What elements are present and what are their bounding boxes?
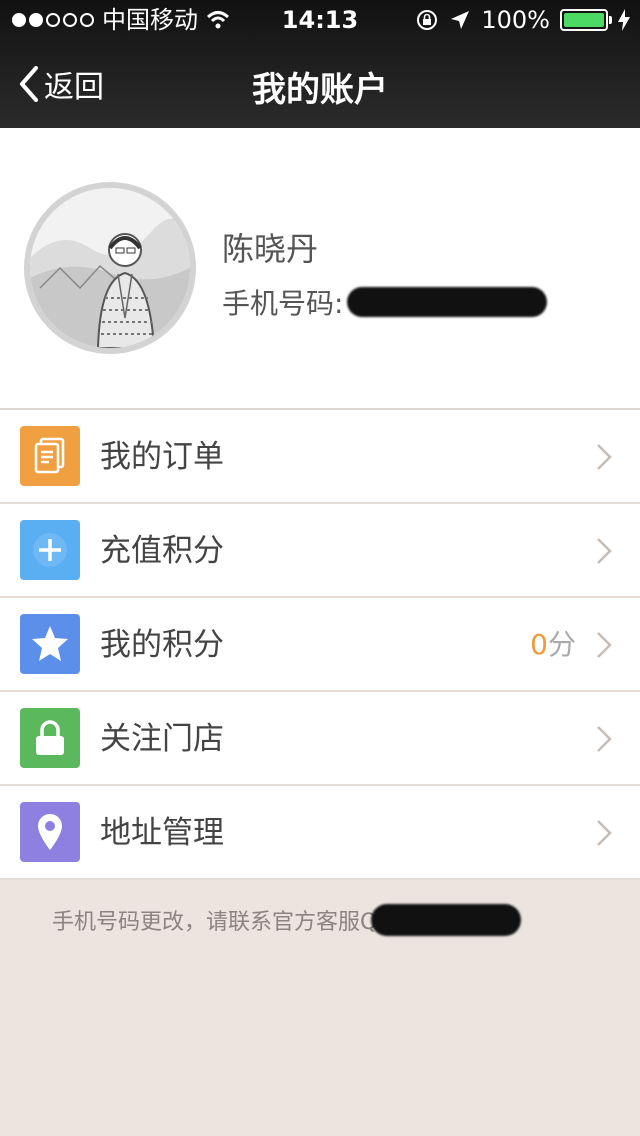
- top-bar: 中国移动 14:13 100% 返回 我的账户: [0, 0, 640, 128]
- page-title: 我的账户: [252, 70, 388, 110]
- orders-icon-box: [20, 426, 80, 486]
- battery-icon: [560, 9, 612, 31]
- charging-icon: [618, 9, 630, 31]
- document-icon: [34, 437, 65, 474]
- menu-item-followed-stores[interactable]: 关注门店: [0, 692, 640, 786]
- profile-card: 陈晓丹 手机号码:: [0, 128, 640, 410]
- address-icon-box: [20, 802, 80, 862]
- footer-note-text: 手机号码更改，请联系官方客服Q: [52, 910, 378, 935]
- battery-percent: 100%: [481, 6, 550, 34]
- phone-line: 手机号码:: [222, 282, 548, 322]
- chevron-right-icon: [597, 444, 612, 470]
- location-pin-icon: [38, 814, 62, 850]
- menu-item-address-management[interactable]: 地址管理: [0, 786, 640, 880]
- menu-item-orders[interactable]: 我的订单: [0, 410, 640, 504]
- menu-item-label: 我的订单: [100, 439, 224, 475]
- footer-note: 手机号码更改，请联系官方客服Q: [52, 904, 522, 936]
- chevron-right-icon: [597, 632, 612, 658]
- user-name: 陈晓丹: [222, 230, 319, 268]
- menu-item-label: 我的积分: [100, 627, 224, 663]
- chevron-right-icon: [597, 538, 612, 564]
- phone-label: 手机号码:: [222, 287, 344, 320]
- account-menu: 我的订单 充值积分 我的积分 0分 关注门店 地址管理: [0, 410, 640, 880]
- points-unit: 分: [547, 628, 576, 661]
- plus-icon: [33, 533, 67, 567]
- chevron-right-icon: [597, 820, 612, 846]
- points-number: 0: [530, 628, 548, 661]
- chevron-right-icon: [597, 726, 612, 752]
- menu-item-recharge-points[interactable]: 充值积分: [0, 504, 640, 598]
- recharge-icon-box: [20, 520, 80, 580]
- status-bar: 中国移动 14:13 100%: [0, 0, 640, 40]
- nav-bar: 返回 我的账户: [0, 40, 640, 128]
- points-value: 0分: [530, 598, 576, 692]
- redacted-qq-number: [371, 904, 522, 936]
- rotation-lock-icon: [417, 10, 438, 30]
- location-arrow-icon: [451, 11, 470, 29]
- menu-item-label: 地址管理: [100, 815, 224, 851]
- avatar-sketch: [30, 188, 190, 348]
- star-icon: [32, 626, 68, 661]
- stores-icon-box: [20, 708, 80, 768]
- redacted-phone-number: [347, 287, 548, 317]
- menu-item-label: 充值积分: [100, 533, 224, 569]
- lock-icon: [36, 720, 64, 755]
- points-icon-box: [20, 614, 80, 674]
- avatar[interactable]: [24, 182, 196, 354]
- menu-item-label: 关注门店: [100, 721, 224, 757]
- menu-item-my-points[interactable]: 我的积分 0分: [0, 598, 640, 692]
